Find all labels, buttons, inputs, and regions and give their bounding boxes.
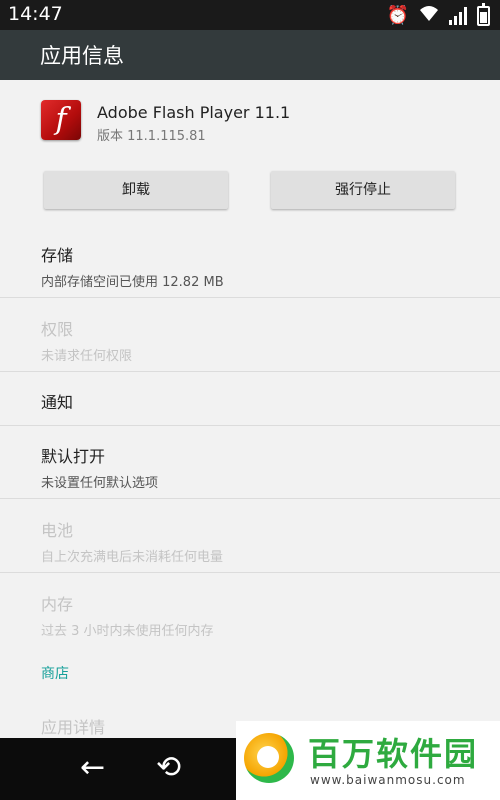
permissions-subtitle: 未请求任何权限: [41, 349, 133, 364]
status-icons: ⏰: [386, 3, 490, 28]
store-section-label: 商店: [41, 666, 69, 682]
permissions-item: 权限 未请求任何权限: [0, 316, 500, 364]
alarm-icon: ⏰: [386, 5, 409, 26]
notifications-title: 通知: [41, 393, 74, 412]
divider: [0, 297, 500, 298]
app-name: Adobe Flash Player 11.1: [97, 103, 291, 122]
recents-icon[interactable]: ⟲: [156, 750, 181, 786]
battery-item: 电池 自上次充满电后未消耗任何电量: [0, 517, 500, 565]
battery-subtitle: 自上次充满电后未消耗任何电量: [41, 550, 224, 565]
app-version: 版本 11.1.115.81: [97, 129, 206, 144]
flash-player-icon: f: [41, 100, 81, 140]
back-icon[interactable]: ←: [80, 750, 105, 786]
divider: [0, 572, 500, 573]
wifi-icon: [419, 4, 439, 28]
open-by-default-title: 默认打开: [41, 447, 106, 466]
battery-title: 电池: [41, 521, 74, 540]
brand-logo-icon: [244, 733, 294, 783]
watermark-logo: 百万软件园 www.baiwanmosu.com: [236, 721, 500, 800]
battery-icon: [477, 3, 490, 26]
storage-item[interactable]: 存储 内部存储空间已使用 12.82 MB: [0, 242, 500, 290]
notifications-item[interactable]: 通知: [0, 389, 500, 413]
memory-subtitle: 过去 3 小时内未使用任何内存: [41, 624, 214, 639]
open-by-default-subtitle: 未设置任何默认选项: [41, 476, 159, 491]
status-bar: 14:47 ⏰: [0, 0, 500, 30]
watermark-brand: 百万软件园: [308, 735, 479, 773]
divider: [0, 371, 500, 372]
storage-title: 存储: [41, 246, 74, 265]
divider: [0, 425, 500, 426]
storage-subtitle: 内部存储空间已使用 12.82 MB: [41, 275, 224, 290]
status-time: 14:47: [8, 3, 63, 25]
permissions-title: 权限: [41, 320, 74, 339]
force-stop-button[interactable]: 强行停止: [271, 171, 455, 209]
watermark-url: www.baiwanmosu.com: [310, 773, 466, 787]
app-bar: 应用信息: [0, 30, 500, 80]
page-title: 应用信息: [40, 44, 124, 68]
uninstall-button[interactable]: 卸载: [44, 171, 228, 209]
cell-signal-icon: [449, 7, 467, 25]
memory-title: 内存: [41, 595, 74, 614]
open-by-default-item[interactable]: 默认打开 未设置任何默认选项: [0, 443, 500, 491]
memory-item: 内存 过去 3 小时内未使用任何内存: [0, 591, 500, 639]
divider: [0, 498, 500, 499]
